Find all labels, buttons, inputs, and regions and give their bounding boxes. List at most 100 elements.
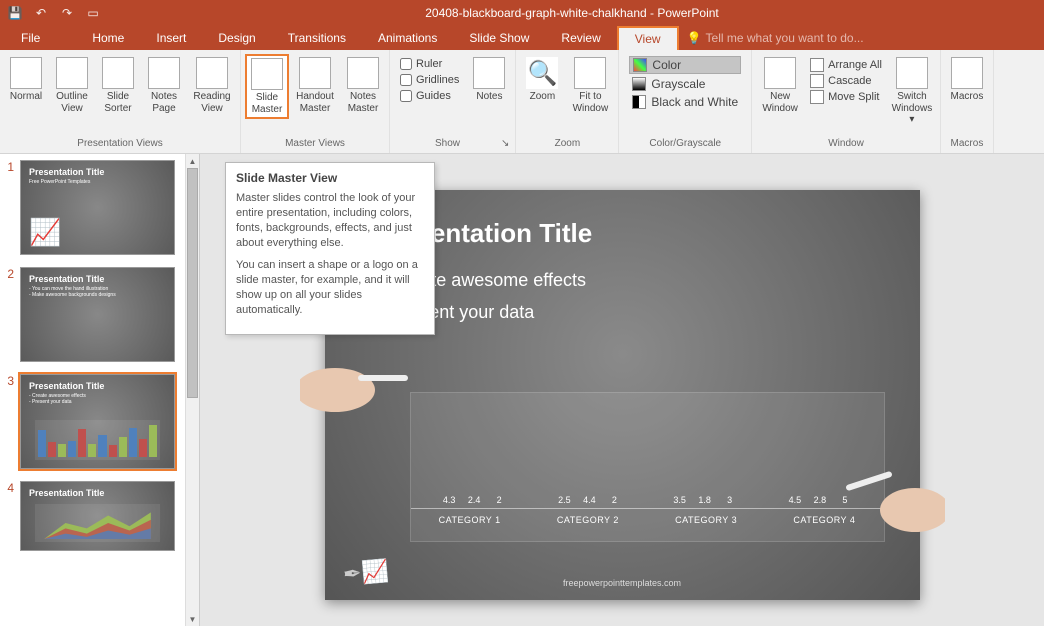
group-master-views: Slide Master Handout Master Notes Master… [241,50,390,153]
color-icon [633,58,647,72]
tab-insert[interactable]: Insert [140,27,202,49]
scroll-up-icon[interactable]: ▲ [186,154,199,168]
undo-icon[interactable]: ↶ [34,6,48,20]
slide-sorter-button[interactable]: Slide Sorter [96,54,140,117]
slide-number: 4 [4,481,14,551]
slide-title[interactable]: Presentation Title [375,218,870,249]
slide-number: 2 [4,267,14,362]
slide-master-button[interactable]: Slide Master [245,54,289,119]
group-show: Ruler Gridlines Guides Notes Show↘ [390,50,516,153]
notes-icon [473,57,505,89]
group-macros: Macros Macros [941,50,994,153]
thumbnail-scrollbar[interactable]: ▲ ▼ [185,154,199,626]
bullet-2[interactable]: Present your data [375,299,870,325]
bulb-icon: 💡 [687,31,702,45]
slide-canvas: Slide Master View Master slides control … [200,154,1044,626]
bullet-1[interactable]: Create awesome effects [375,267,870,293]
tab-animations[interactable]: Animations [362,27,453,49]
bw-icon [632,95,646,109]
outline-icon [56,57,88,89]
scroll-down-icon[interactable]: ▼ [186,612,199,626]
arrange-all-button[interactable]: Arrange All [810,58,882,72]
hand-left-illustration [300,335,410,415]
group-label: Presentation Views [4,138,236,151]
move-split-button[interactable]: Move Split [810,90,882,104]
tab-transitions[interactable]: Transitions [272,27,362,49]
tell-me-search[interactable]: 💡Tell me what you want to do... [687,31,864,45]
guides-checkbox[interactable]: Guides [400,90,459,102]
handout-master-button[interactable]: Handout Master [291,54,339,117]
arrange-icon [810,58,824,72]
grayscale-icon [632,77,646,91]
notes-page-icon [148,57,180,89]
notes-master-icon [347,57,379,89]
ruler-checkbox[interactable]: Ruler [400,58,459,70]
slide-thumbnail-3[interactable]: Presentation Title - Create awesome effe… [20,374,175,469]
dialog-launcher-icon[interactable]: ↘ [501,138,509,149]
normal-icon [10,57,42,89]
title-bar: 💾 ↶ ↷ ▭ 20408-blackboard-graph-white-cha… [0,0,1044,25]
new-window-button[interactable]: New Window [756,54,804,117]
group-label: Zoom [520,138,614,151]
sorter-icon [102,57,134,89]
black-white-button[interactable]: Black and White [629,94,741,110]
outline-view-button[interactable]: Outline View [50,54,94,117]
slide-footer: freepowerpointtemplates.com [325,578,920,588]
slide-number: 3 [4,374,14,469]
switch-icon [896,57,928,89]
switch-windows-button[interactable]: Switch Windows ▾ [888,54,936,129]
reading-view-button[interactable]: Reading View [188,54,236,117]
fit-window-button[interactable]: Fit to Window [566,54,614,117]
color-button[interactable]: Color [629,56,741,74]
notes-master-button[interactable]: Notes Master [341,54,385,117]
bar-chart[interactable]: 4.32.422.54.423.51.834.52.85 CATEGORY 1C… [410,392,885,542]
new-window-icon [764,57,796,89]
group-label: Color/Grayscale [623,138,747,151]
slide-number: 1 [4,160,14,255]
slide-thumbnail-2[interactable]: Presentation Title - You can move the ha… [20,267,175,362]
group-zoom: 🔍Zoom Fit to Window Zoom [516,50,619,153]
slide-master-icon [251,58,283,90]
grayscale-button[interactable]: Grayscale [629,76,741,92]
normal-view-button[interactable]: Normal [4,54,48,106]
move-split-icon [810,90,824,104]
chevron-down-icon: ▾ [909,114,914,125]
group-label: Show↘ [394,138,511,151]
tab-design[interactable]: Design [202,27,271,49]
handout-master-icon [299,57,331,89]
scroll-thumb[interactable] [187,168,198,398]
zoom-icon: 🔍 [526,57,558,89]
save-icon[interactable]: 💾 [8,6,22,20]
zoom-button[interactable]: 🔍Zoom [520,54,564,106]
cascade-icon [810,74,824,88]
redo-icon[interactable]: ↷ [60,6,74,20]
ribbon: Normal Outline View Slide Sorter Notes P… [0,50,1044,154]
window-title: 20408-blackboard-graph-white-chalkhand -… [100,6,1044,20]
gridlines-checkbox[interactable]: Gridlines [400,74,459,86]
cascade-button[interactable]: Cascade [810,74,882,88]
slide-thumbnail-4[interactable]: Presentation Title [20,481,175,551]
slide-thumbnail-panel: 1 Presentation Title Free PowerPoint Tem… [0,154,200,626]
group-label: Master Views [245,138,385,151]
group-window: New Window Arrange All Cascade Move Spli… [752,50,941,153]
group-presentation-views: Normal Outline View Slide Sorter Notes P… [0,50,241,153]
slide-thumbnail-1[interactable]: Presentation Title Free PowerPoint Templ… [20,160,175,255]
ribbon-tabs: File Home Insert Design Transitions Anim… [0,25,1044,50]
slide-master-tooltip: Slide Master View Master slides control … [225,162,435,335]
group-label: Window [756,138,936,151]
macros-button[interactable]: Macros [945,54,989,106]
notes-page-button[interactable]: Notes Page [142,54,186,117]
notes-button[interactable]: Notes [467,54,511,106]
tab-review[interactable]: Review [545,27,616,49]
tab-file[interactable]: File [5,27,56,49]
fit-icon [574,57,606,89]
hand-right-illustration [845,450,945,540]
group-color-grayscale: Color Grayscale Black and White Color/Gr… [619,50,752,153]
macros-icon [951,57,983,89]
tab-slideshow[interactable]: Slide Show [453,27,545,49]
group-label: Macros [945,138,989,151]
reading-icon [196,57,228,89]
tab-view[interactable]: View [617,26,679,50]
tab-home[interactable]: Home [76,27,140,49]
start-slideshow-icon[interactable]: ▭ [86,6,100,20]
